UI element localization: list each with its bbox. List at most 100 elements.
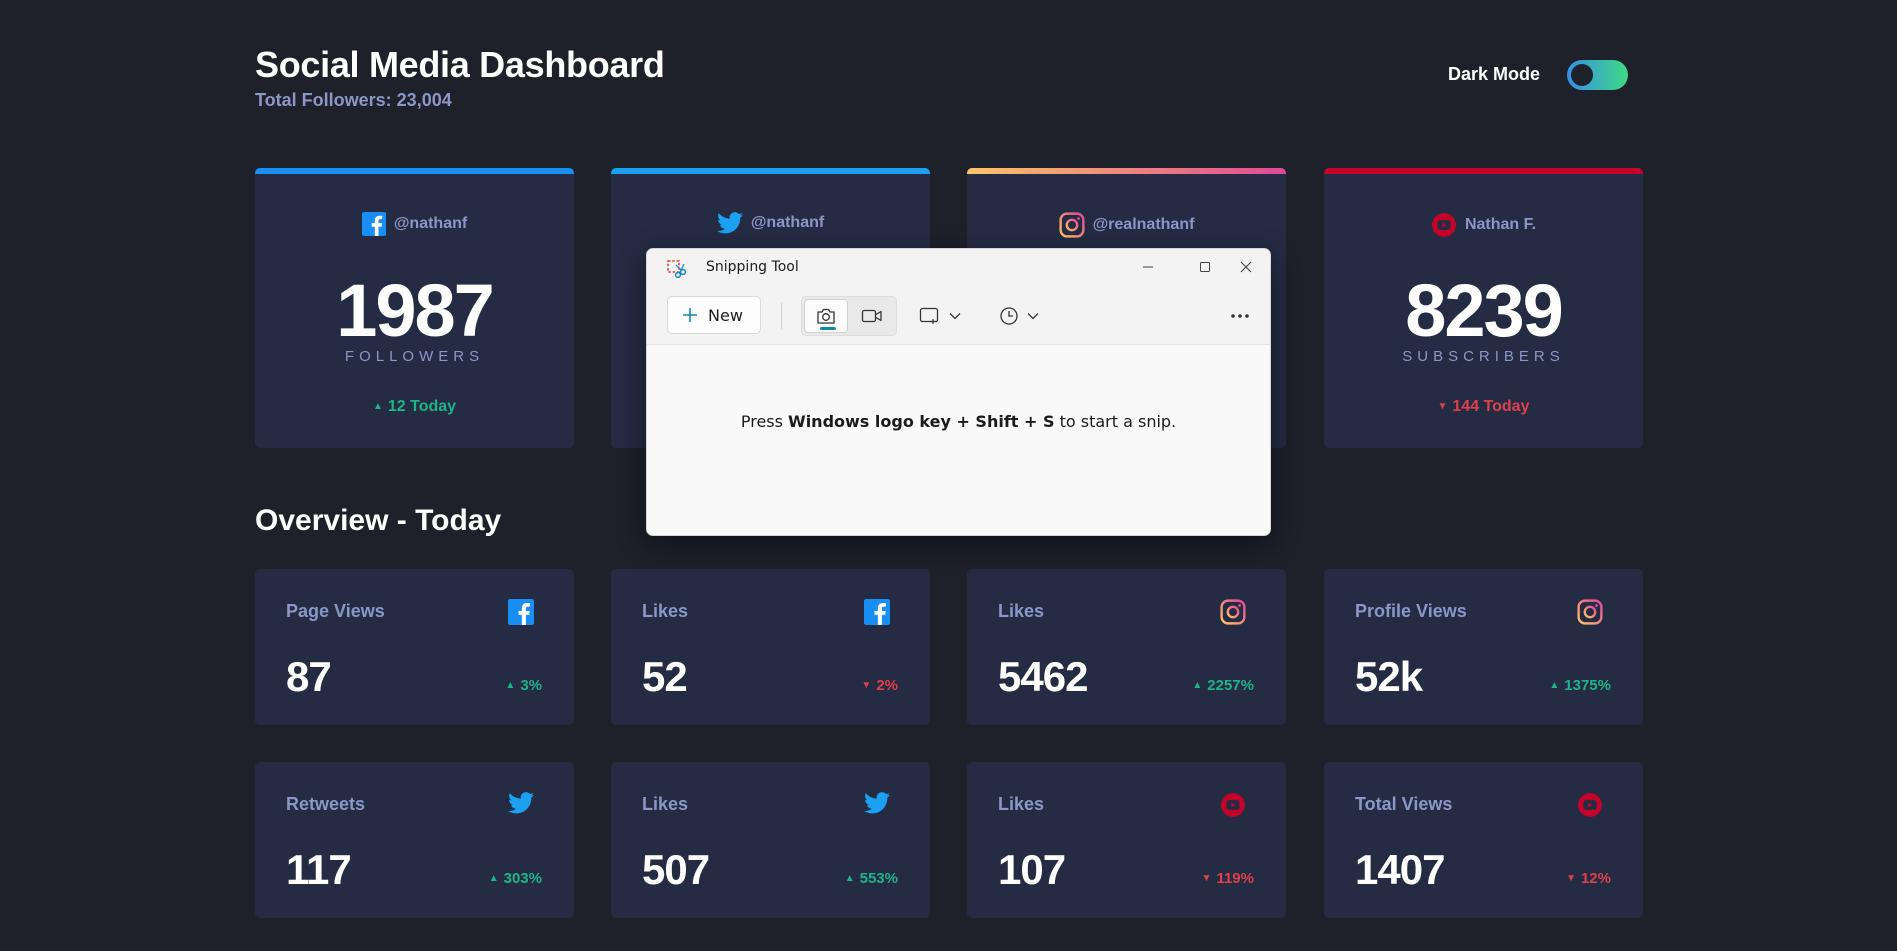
delay-dropdown[interactable] [999, 301, 1039, 331]
snip-toolbar: New [647, 287, 1270, 345]
twitter-icon [864, 792, 890, 818]
follower-count: 1987 [336, 269, 495, 352]
overview-card-instagram-likes[interactable]: Likes 5462 ▲ 2257% [967, 569, 1286, 725]
instagram-icon [1220, 599, 1246, 625]
today-change-text: 12 Today [387, 398, 457, 415]
overview-label: Likes [998, 601, 1045, 621]
arrow-down-icon: ▼ [1437, 401, 1448, 412]
capture-mode-group [801, 296, 897, 336]
snip-mode-button[interactable] [804, 299, 848, 333]
twitter-icon [716, 212, 743, 234]
maximize-button[interactable] [1182, 253, 1228, 281]
today-change: ▲ 12 Today [255, 398, 574, 416]
overview-card-youtube-total-views[interactable]: Total Views 1407 ▼ 12% [1324, 762, 1643, 918]
overview-value: 107 [998, 846, 1066, 893]
card-accent-bar [967, 168, 1286, 174]
dashboard-page: Social Media Dashboard Total Followers: … [0, 0, 1897, 951]
overview-card-youtube-likes[interactable]: Likes 107 ▼ 119% [967, 762, 1286, 918]
card-handle[interactable]: @realnathanf [1093, 216, 1195, 234]
dark-mode-toggle[interactable] [1567, 60, 1628, 90]
overview-label: Total Views [1355, 794, 1453, 814]
snip-shape-dropdown[interactable] [919, 301, 961, 331]
new-snip-label: New [708, 305, 743, 325]
follower-card-facebook[interactable]: @nathanf 1987 FOLLOWERS ▲ 12 Today [255, 168, 574, 448]
follower-card-youtube[interactable]: Nathan F. 8239 SUBSCRIBERS ▼ 144 Today [1324, 168, 1643, 448]
follower-count: 8239 [1405, 269, 1564, 352]
page-title: Social Media Dashboard [255, 44, 665, 85]
total-followers: Total Followers: 23,004 [255, 90, 452, 110]
overview-value: 52 [642, 653, 688, 700]
overview-change: ▼ 119% [1202, 870, 1254, 887]
maximize-icon [1200, 262, 1210, 272]
instruction-suffix: to start a snip. [1054, 412, 1177, 431]
minimize-button[interactable] [1125, 253, 1171, 281]
active-indicator [820, 327, 836, 330]
instruction-prefix: Press [740, 412, 789, 431]
overview-change: ▼ 2% [861, 677, 898, 694]
arrow-up-icon: ▲ [505, 680, 516, 691]
overview-value: 507 [642, 846, 710, 893]
overview-change-text: 119% [1216, 870, 1254, 887]
record-mode-button[interactable] [850, 299, 894, 333]
overview-value: 52k [1355, 653, 1423, 700]
overview-change: ▲ 303% [489, 870, 542, 887]
close-button[interactable] [1223, 253, 1269, 281]
overview-label: Likes [998, 794, 1045, 814]
facebook-icon [361, 212, 386, 236]
new-snip-button[interactable]: New [667, 296, 761, 334]
overview-card-twitter-likes[interactable]: Likes 507 ▲ 553% [611, 762, 930, 918]
card-handle[interactable]: @nathanf [394, 215, 467, 233]
overview-label: Profile Views [1355, 601, 1467, 621]
instagram-icon [1059, 212, 1085, 238]
title-bar[interactable]: Snipping Tool [647, 249, 1270, 287]
overview-change: ▲ 553% [845, 870, 898, 887]
facebook-icon [508, 599, 534, 625]
video-camera-icon [861, 308, 883, 324]
snipping-tool-app-icon [667, 260, 687, 279]
overview-change-text: 12% [1580, 870, 1611, 887]
arrow-up-icon: ▲ [1192, 680, 1203, 691]
overview-change-text: 2% [876, 677, 898, 694]
overview-change-text: 2257% [1207, 677, 1254, 694]
overview-label: Likes [642, 601, 689, 621]
overview-card-facebook-likes[interactable]: Likes 52 ▼ 2% [611, 569, 930, 725]
overview-change: ▲ 2257% [1192, 677, 1254, 694]
card-handle[interactable]: Nathan F. [1465, 216, 1536, 234]
close-icon [1240, 261, 1252, 273]
overview-change-text: 3% [520, 677, 542, 694]
arrow-up-icon: ▲ [372, 401, 383, 412]
overview-value: 5462 [998, 653, 1088, 700]
overview-change-text: 303% [503, 870, 542, 887]
overview-label: Retweets [286, 794, 366, 814]
clock-icon [999, 306, 1019, 326]
toggle-knob [1571, 64, 1593, 86]
chevron-down-icon [1027, 312, 1039, 320]
overview-change-text: 1375% [1564, 677, 1611, 694]
arrow-down-icon: ▼ [1566, 873, 1576, 884]
overview-change: ▼ 12% [1566, 870, 1611, 887]
more-options-button[interactable] [1230, 301, 1250, 331]
facebook-icon [864, 599, 890, 625]
overview-value: 1407 [1355, 846, 1445, 893]
overview-card-instagram-profile-views[interactable]: Profile Views 52k ▲ 1375% [1324, 569, 1643, 725]
overview-value: 117 [286, 846, 352, 893]
overview-card-facebook-page-views[interactable]: Page Views 87 ▲ 3% [255, 569, 574, 725]
overview-title: Overview - Today [255, 504, 502, 537]
card-accent-bar [1324, 168, 1643, 174]
youtube-icon [1431, 212, 1457, 238]
overview-label: Likes [642, 794, 689, 814]
minimize-icon [1143, 266, 1153, 268]
shortcut-keys: Windows logo key + Shift + S [788, 412, 1055, 431]
today-change-text: 144 Today [1452, 398, 1530, 415]
card-handle[interactable]: @nathanf [751, 214, 824, 232]
camera-icon [816, 307, 836, 325]
overview-card-twitter-retweets[interactable]: Retweets 117 ▲ 303% [255, 762, 574, 918]
follower-unit: SUBSCRIBERS [1402, 348, 1565, 365]
window-title: Snipping Tool [706, 259, 799, 275]
overview-change: ▲ 3% [505, 677, 542, 694]
twitter-icon [508, 792, 534, 818]
instagram-icon [1577, 599, 1603, 625]
snipping-tool-window[interactable]: Snipping Tool New Press Windows logo key… [646, 248, 1271, 536]
rectangle-snip-icon [919, 306, 941, 326]
more-icon [1230, 313, 1250, 319]
